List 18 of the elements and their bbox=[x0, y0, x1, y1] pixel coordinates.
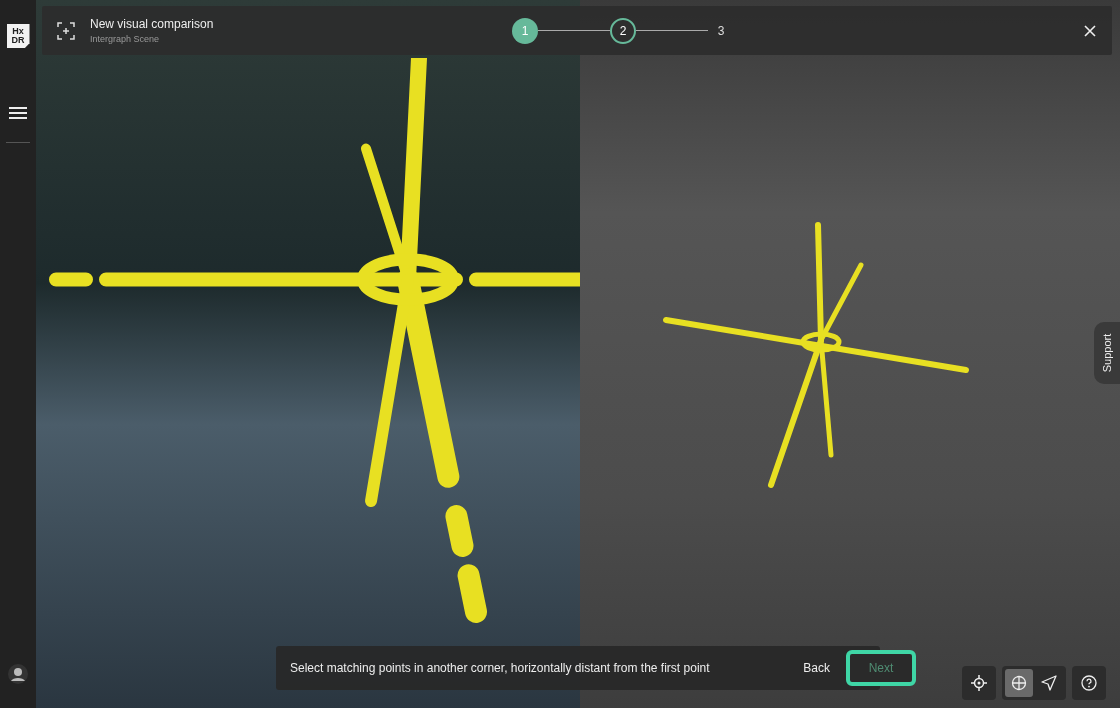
send-icon bbox=[1041, 675, 1057, 691]
instruction-text: Select matching points in another corner, horizontally distant from the first point bbox=[290, 661, 710, 675]
avatar-icon[interactable] bbox=[8, 664, 28, 684]
step-indicator: 3 bbox=[716, 22, 726, 40]
target-icon bbox=[971, 675, 987, 691]
back-button[interactable]: Back bbox=[797, 657, 836, 679]
close-icon[interactable] bbox=[1084, 24, 1096, 37]
globe-button[interactable] bbox=[1005, 669, 1033, 697]
step-indicator: 2 bbox=[610, 17, 636, 44]
menu-icon[interactable] bbox=[9, 106, 27, 120]
globe-icon bbox=[1011, 675, 1027, 691]
scan-frame-icon bbox=[57, 21, 75, 40]
scene-title: New visual comparison bbox=[90, 17, 215, 31]
logo[interactable]: Hx DR bbox=[6, 24, 30, 48]
step-indicator: 1 bbox=[512, 17, 538, 44]
scene-subtitle: Intergraph Scene bbox=[90, 34, 161, 44]
support-tab[interactable]: Support bbox=[1094, 322, 1120, 384]
help-icon bbox=[1081, 675, 1097, 691]
